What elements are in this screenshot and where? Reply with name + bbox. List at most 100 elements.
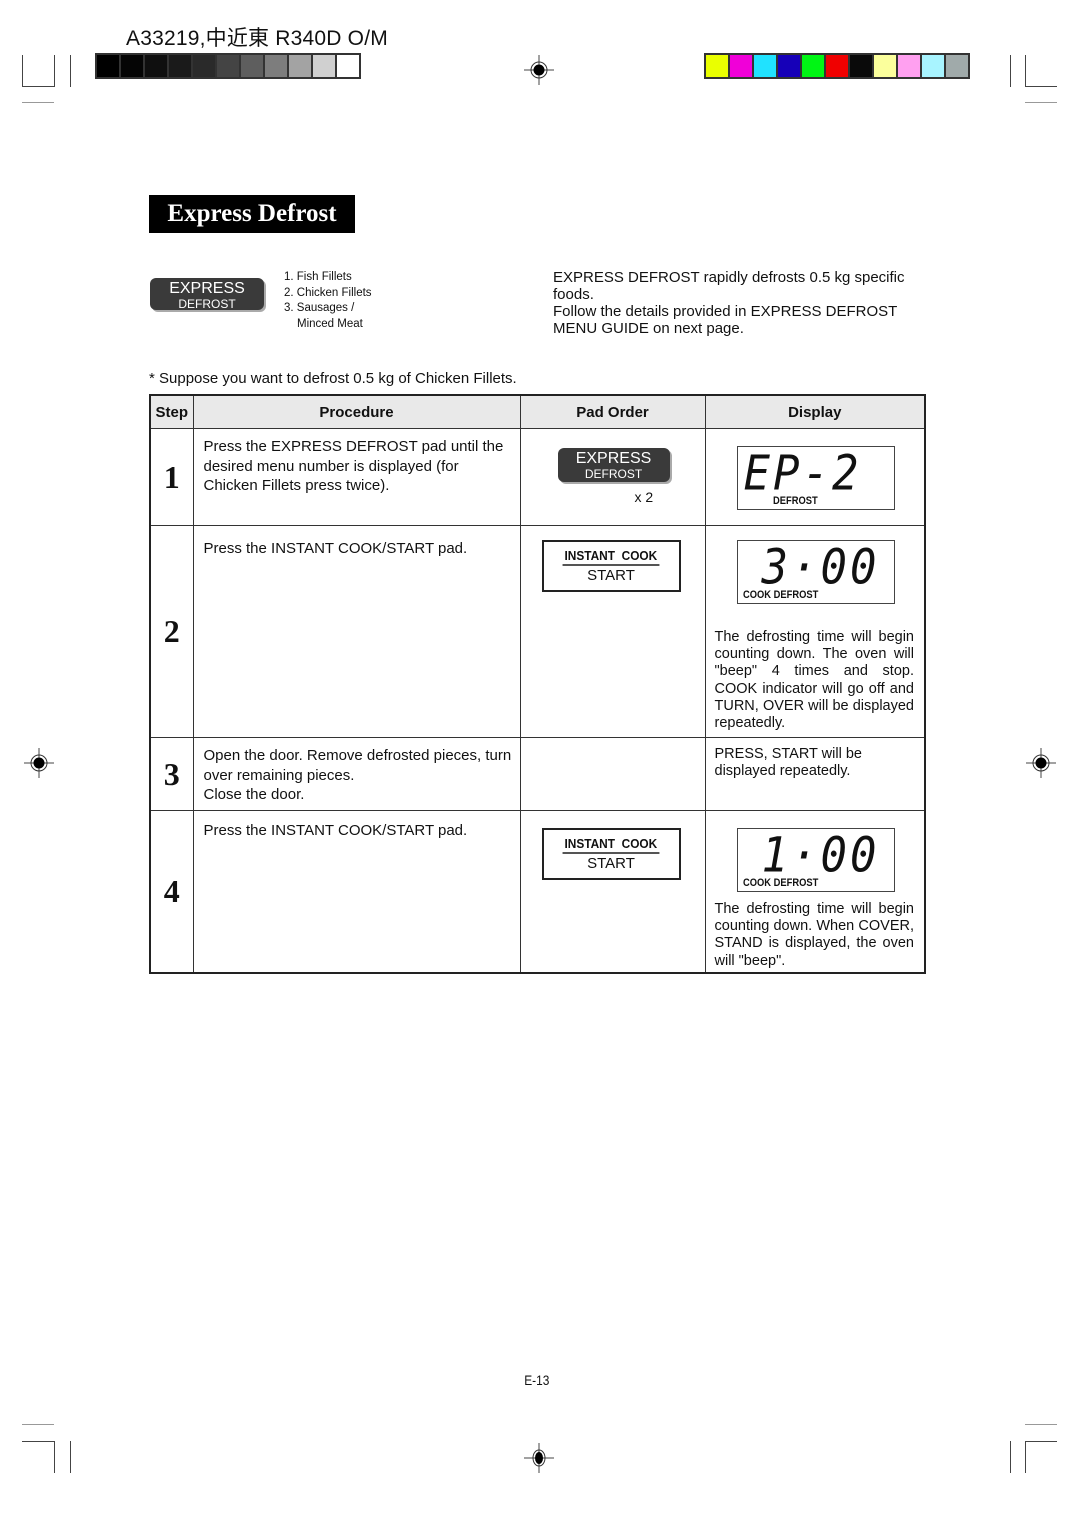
- instant-cook-start-pad: INSTANT COOK START: [541, 828, 681, 880]
- registration-mark-icon: [524, 55, 554, 85]
- lcd-display: 3·00 COOK DEFROST: [736, 539, 895, 604]
- color-swatch: [754, 55, 776, 77]
- pad-label-line1: INSTANT COOK: [562, 837, 660, 854]
- color-swatch: [922, 55, 944, 77]
- procedure-text: Press the INSTANT COOK/START pad.: [203, 540, 468, 557]
- document-code: A33219,中近東 R340D O/M: [126, 27, 388, 50]
- display-note: The defrosting time will begin counting …: [714, 629, 915, 732]
- procedure-cell: Press the INSTANT COOK/START pad.: [192, 810, 521, 973]
- display-cell: EP-2 DEFROST: [704, 428, 926, 526]
- gray-swatch: [145, 55, 167, 77]
- gray-swatch: [217, 55, 239, 77]
- gray-swatch: [289, 55, 311, 77]
- procedure-cell: Press the INSTANT COOK/START pad.: [192, 525, 521, 738]
- table-header-row: Step Procedure Pad Order Display: [149, 394, 926, 429]
- table-row: 1 Press the EXPRESS DEFROST pad until th…: [149, 428, 926, 526]
- table-row: 3 Open the door. Remove defrosted pieces…: [149, 737, 926, 811]
- menu-item: 3. Sausages /: [284, 302, 355, 314]
- registration-mark-icon: [24, 748, 54, 778]
- display-cell: PRESS, START will be displayed repeatedl…: [704, 737, 926, 811]
- section-title: Express Defrost: [149, 195, 355, 233]
- crop-mark: [70, 1441, 71, 1473]
- intro-text: EXPRESS DEFROST rapidly defrosts 0.5 kg …: [553, 269, 933, 337]
- crop-mark: [22, 102, 54, 103]
- gray-swatch: [97, 55, 119, 77]
- page-number: E-13: [524, 1372, 550, 1388]
- lcd-digits: 1·00: [761, 827, 880, 884]
- crop-mark: [1025, 55, 1026, 87]
- gray-swatch: [193, 55, 215, 77]
- lcd-display: 1·00 COOK DEFROST: [736, 827, 895, 892]
- lcd-display: EP-2 DEFROST: [736, 445, 895, 510]
- crop-mark: [1025, 1441, 1057, 1442]
- header-step: Step: [149, 394, 194, 429]
- lcd-indicator: COOK DEFROST: [742, 877, 818, 889]
- header-pad-order: Pad Order: [519, 394, 706, 429]
- color-swatch: [826, 55, 848, 77]
- procedure-text: Press the INSTANT COOK/START pad.: [203, 822, 468, 839]
- steps-table: Step Procedure Pad Order Display 1 Press…: [149, 394, 926, 974]
- example-note: * Suppose you want to defrost 0.5 kg of …: [149, 370, 517, 387]
- pad-label-line1: EXPRESS: [169, 280, 245, 297]
- instant-cook-start-pad: INSTANT COOK START: [541, 540, 681, 592]
- header-procedure: Procedure: [192, 394, 521, 429]
- defrost-menu-list: 1. Fish Fillets 2. Chicken Fillets 3. Sa…: [284, 270, 372, 332]
- display-cell: 1·00 COOK DEFROST The defrosting time wi…: [704, 810, 926, 973]
- registration-mark-icon: [524, 1443, 554, 1473]
- gray-swatch: [121, 55, 143, 77]
- header-display: Display: [704, 394, 926, 429]
- pad-label-line1: INSTANT COOK: [562, 549, 660, 566]
- display-cell: 3·00 COOK DEFROST The defrosting time wi…: [704, 525, 926, 738]
- pad-label-line1: EXPRESS: [575, 450, 652, 467]
- crop-mark: [1025, 1424, 1057, 1425]
- lcd-indicator: DEFROST: [772, 495, 818, 507]
- color-swatch: [802, 55, 824, 77]
- registration-mark-icon: [1026, 748, 1056, 778]
- intro-line: EXPRESS DEFROST rapidly defrosts 0.5 kg …: [553, 269, 905, 303]
- pad-order-cell: EXPRESS DEFROST x 2: [519, 428, 706, 526]
- pad-order-cell: INSTANT COOK START: [519, 525, 706, 738]
- pad-order-cell: [519, 737, 706, 811]
- pad-order-cell: INSTANT COOK START: [519, 810, 706, 973]
- color-swatch: [778, 55, 800, 77]
- step-number: 1: [149, 428, 194, 526]
- lcd-indicator: COOK DEFROST: [742, 589, 818, 601]
- table-row: 2 Press the INSTANT COOK/START pad. INST…: [149, 525, 926, 738]
- color-swatch: [898, 55, 920, 77]
- express-defrost-pad: EXPRESS DEFROST: [557, 448, 670, 482]
- intro-line: Follow the details provided in EXPRESS D…: [553, 303, 898, 337]
- crop-mark: [1025, 1441, 1026, 1473]
- procedure-cell: Press the EXPRESS DEFROST pad until the …: [192, 428, 521, 526]
- press-count: x 2: [634, 489, 654, 505]
- pad-label-line2: START: [587, 567, 635, 584]
- procedure-text: Close the door.: [203, 786, 305, 803]
- crop-mark: [54, 1441, 55, 1473]
- crop-mark: [22, 55, 23, 87]
- step-number: 4: [149, 810, 194, 973]
- gray-swatch: [337, 55, 359, 77]
- procedure-cell: Open the door. Remove defrosted pieces, …: [192, 737, 521, 811]
- lcd-digits: EP-2: [743, 445, 862, 502]
- express-defrost-pad: EXPRESS DEFROST: [150, 278, 264, 310]
- menu-item: Minced Meat: [297, 317, 363, 330]
- crop-mark: [1010, 55, 1011, 87]
- color-swatch: [946, 55, 968, 77]
- color-swatch: [706, 55, 728, 77]
- step-number: 3: [149, 737, 194, 811]
- gray-swatch: [169, 55, 191, 77]
- crop-mark: [22, 1424, 54, 1425]
- gray-swatch: [265, 55, 287, 77]
- color-swatch: [874, 55, 896, 77]
- gray-swatch: [313, 55, 335, 77]
- color-swatch: [850, 55, 872, 77]
- table-row: 4 Press the INSTANT COOK/START pad. INST…: [149, 810, 926, 973]
- gray-swatch: [241, 55, 263, 77]
- step-number: 2: [149, 525, 194, 738]
- color-calibration-bar: [704, 53, 970, 79]
- lcd-digits: 3·00: [761, 539, 880, 596]
- display-note: The defrosting time will begin counting …: [714, 901, 915, 969]
- crop-mark: [1025, 86, 1057, 87]
- menu-item: 2. Chicken Fillets: [284, 286, 372, 299]
- color-swatch: [730, 55, 752, 77]
- pad-label-line2: START: [587, 855, 635, 872]
